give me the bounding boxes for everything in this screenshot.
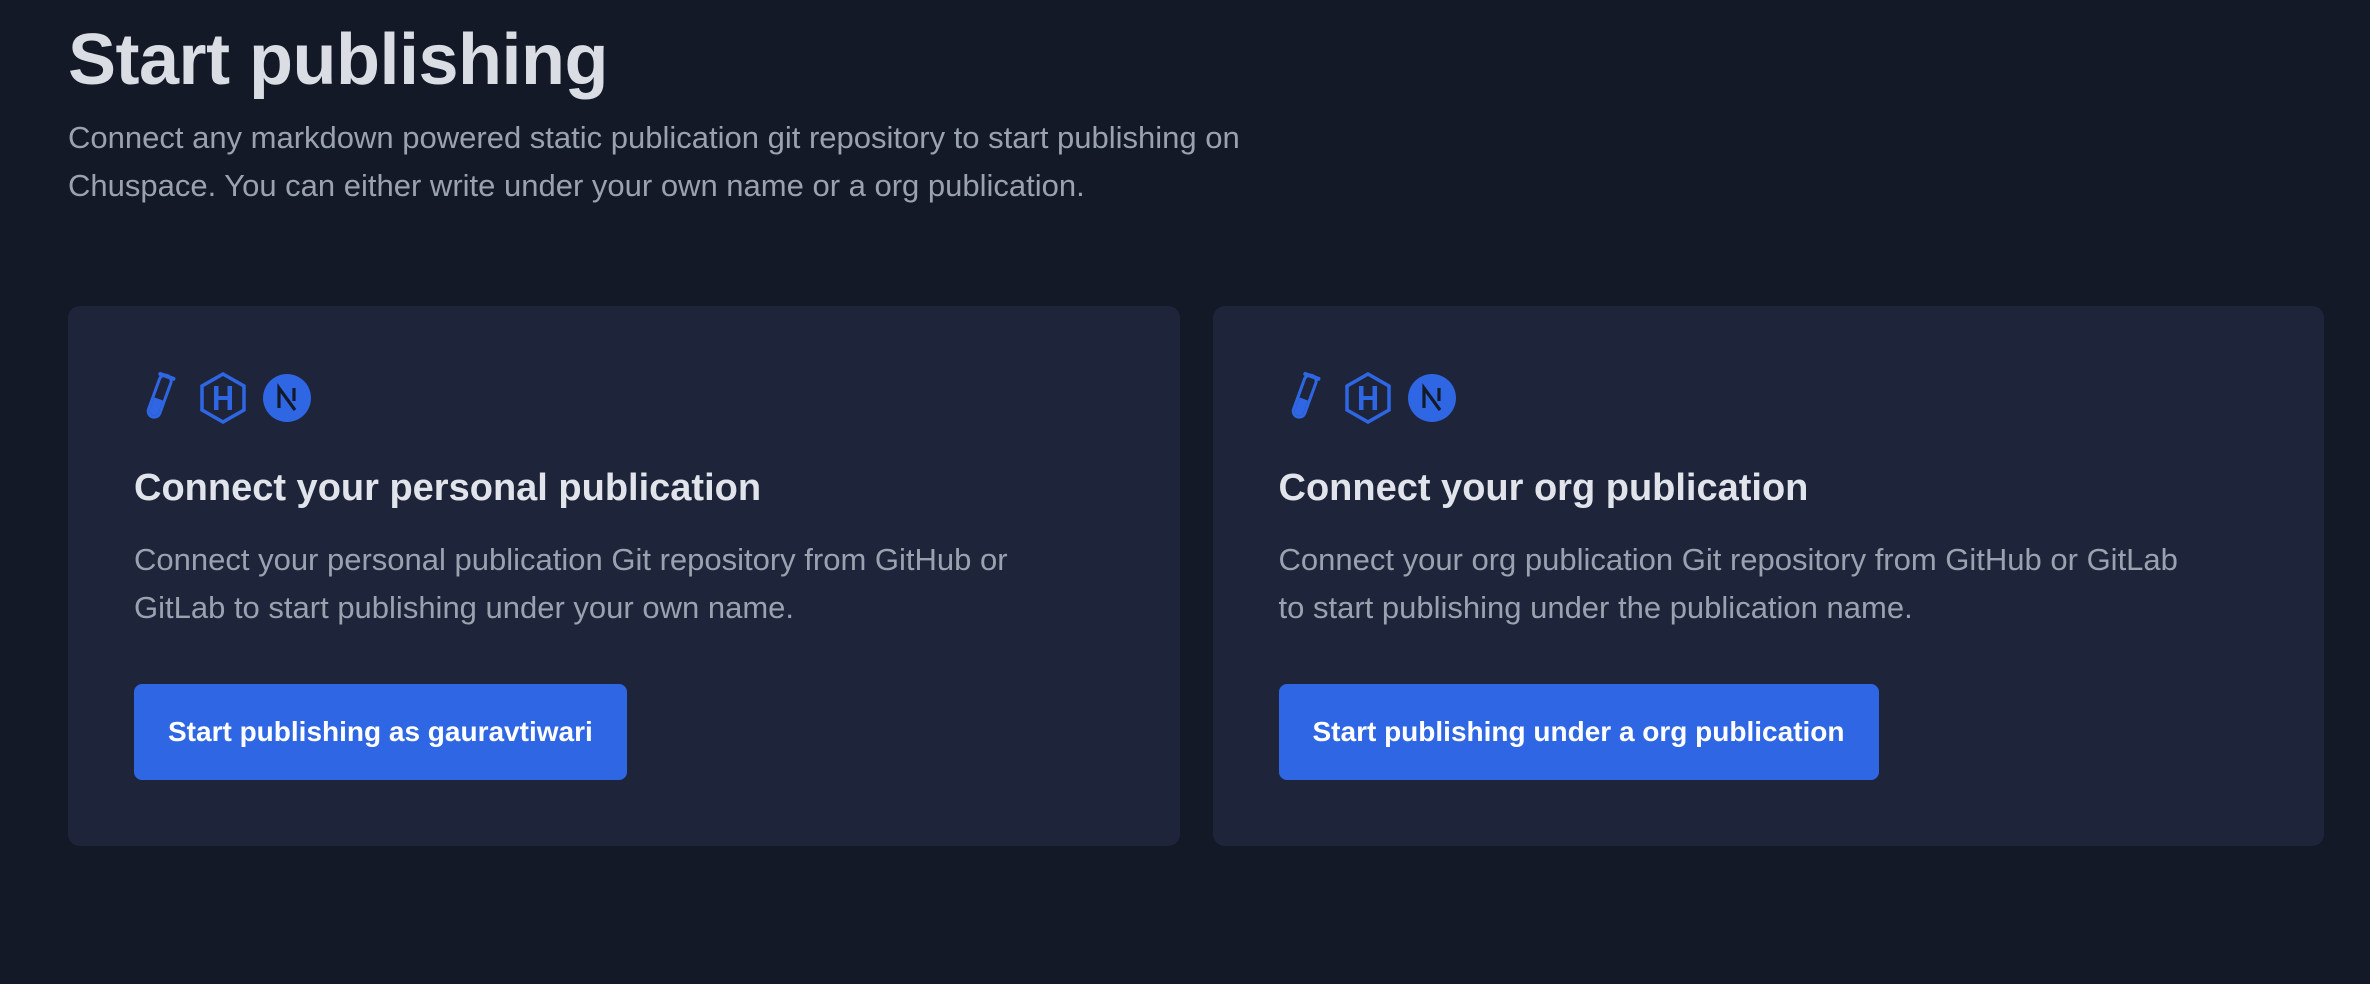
framework-icons	[1279, 370, 2259, 426]
card-description: Connect your personal publication Git re…	[134, 542, 1008, 625]
card-title: Connect your org publication	[1278, 467, 1809, 509]
publication-cards: Connect your personal publication Connec…	[68, 306, 2324, 846]
card-description: Connect your org publication Git reposit…	[1278, 542, 2178, 625]
card-title: Connect your personal publication	[134, 467, 762, 509]
hexo-icon	[198, 372, 248, 424]
start-publishing-personal-button[interactable]: Start publishing as gauravtiwari	[134, 684, 627, 780]
test-tube-icon	[1279, 371, 1329, 423]
start-publishing-org-button[interactable]: Start publishing under a org publication	[1278, 684, 1879, 780]
start-publishing-page: Start publishing Connect any markdown po…	[0, 0, 2370, 984]
nextjs-icon	[262, 373, 312, 423]
hexo-icon	[1343, 372, 1393, 424]
nextjs-icon	[1407, 373, 1457, 423]
framework-icons	[134, 370, 1114, 426]
page-title: Start publishing	[68, 20, 608, 100]
test-tube-icon	[134, 371, 184, 423]
page-subtitle: Connect any markdown powered static publ…	[68, 120, 1240, 203]
personal-publication-card: Connect your personal publication Connec…	[68, 306, 1180, 846]
org-publication-card: Connect your org publication Connect you…	[1212, 306, 2324, 846]
